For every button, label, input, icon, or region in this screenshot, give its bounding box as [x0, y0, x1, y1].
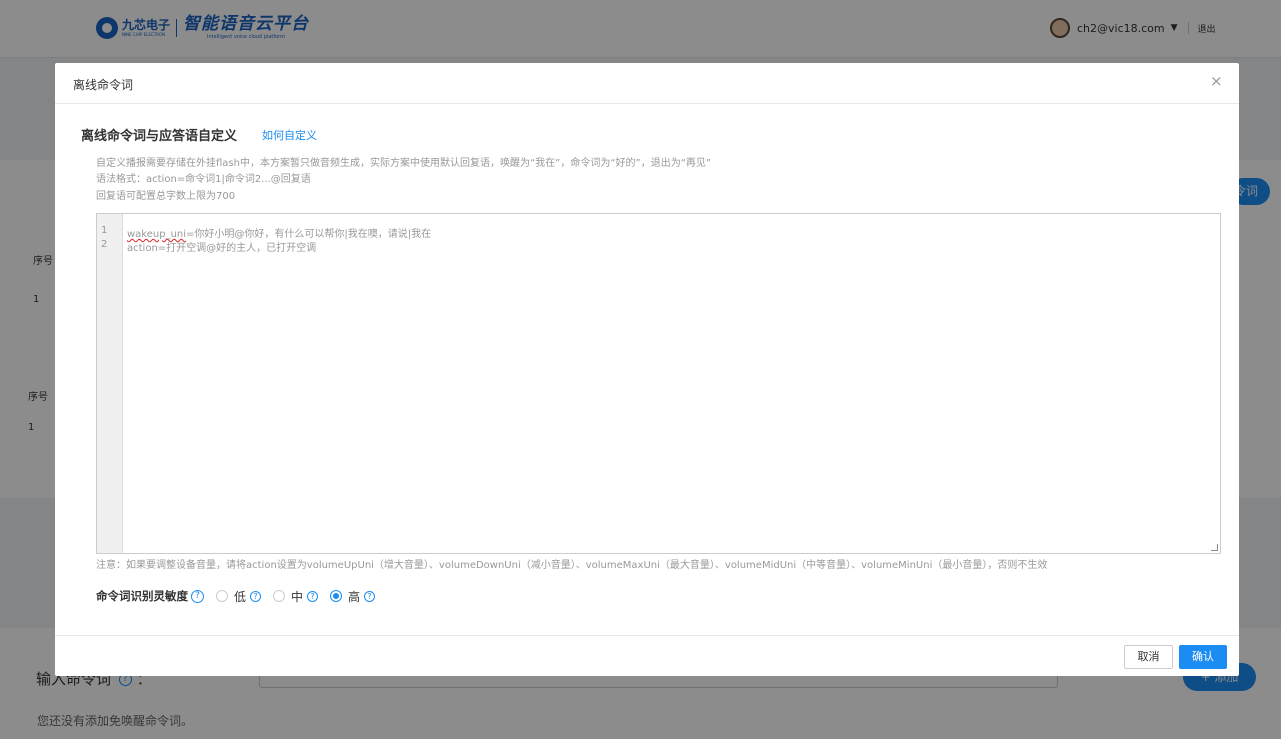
radio-low[interactable] — [216, 590, 228, 602]
line-number-gutter: 1 2 — [97, 214, 123, 553]
help-icon[interactable]: ? — [364, 590, 376, 602]
how-to-customize-link[interactable]: 如何自定义 — [262, 127, 317, 143]
line-number: 2 — [101, 239, 108, 250]
code-line-2[interactable]: action=打开空调@好的主人，已打开空调 — [127, 239, 316, 254]
description-line-2: 语法格式：action=命令词1|命令词2...@回复语 — [96, 174, 311, 185]
offline-command-dialog: 离线命令词 × 离线命令词与应答语自定义 如何自定义 自定义播报需要存储在外挂f… — [55, 63, 1239, 676]
sensitivity-label: 命令词识别灵敏度 — [96, 589, 188, 603]
description-line-3: 回复语可配置总字数上限为700 — [96, 191, 236, 202]
description-line-1: 自定义播报需要存储在外挂flash中，本方案暂只做音频生成，实际方案中使用默认回… — [96, 158, 712, 169]
radio-high[interactable] — [330, 590, 343, 602]
radio-label-low[interactable]: 低 — [234, 588, 246, 605]
close-icon[interactable]: × — [1210, 74, 1223, 89]
dialog-title: 离线命令词 — [73, 78, 134, 92]
help-icon[interactable]: ? — [191, 589, 204, 603]
radio-medium[interactable] — [273, 590, 286, 602]
dialog-footer: 取消 确认 — [55, 635, 1239, 676]
dialog-header: 离线命令词 × — [55, 63, 1239, 104]
radio-label-medium[interactable]: 中 — [291, 588, 303, 605]
cancel-button[interactable]: 取消 — [1124, 645, 1173, 669]
confirm-button[interactable]: 确认 — [1179, 645, 1227, 669]
sensitivity-row: 命令词识别灵敏度 ? 低 ? 中 ? 高 ? — [96, 587, 376, 605]
resize-handle[interactable] — [1211, 544, 1218, 551]
section-title: 离线命令词与应答语自定义 — [81, 129, 238, 144]
help-icon[interactable]: ? — [250, 590, 262, 602]
sensitivity-option-low[interactable]: 低 ? — [216, 588, 262, 605]
line-number: 1 — [101, 225, 108, 236]
radio-label-high[interactable]: 高 — [348, 588, 360, 605]
sensitivity-option-medium[interactable]: 中 ? — [273, 588, 319, 605]
sensitivity-option-high[interactable]: 高 ? — [330, 588, 376, 605]
code-line-1[interactable]: wakeup_uni=你好小明@你好，有什么可以帮你|我在噢，请说|我在 — [127, 225, 431, 240]
help-icon[interactable]: ? — [307, 590, 319, 602]
volume-note: 注意：如果要调整设备音量，请将action设置为volumeUpUni（增大音量… — [96, 560, 1048, 571]
command-editor[interactable]: 1 2 wakeup_uni=你好小明@你好，有什么可以帮你|我在噢，请说|我在… — [96, 213, 1221, 554]
